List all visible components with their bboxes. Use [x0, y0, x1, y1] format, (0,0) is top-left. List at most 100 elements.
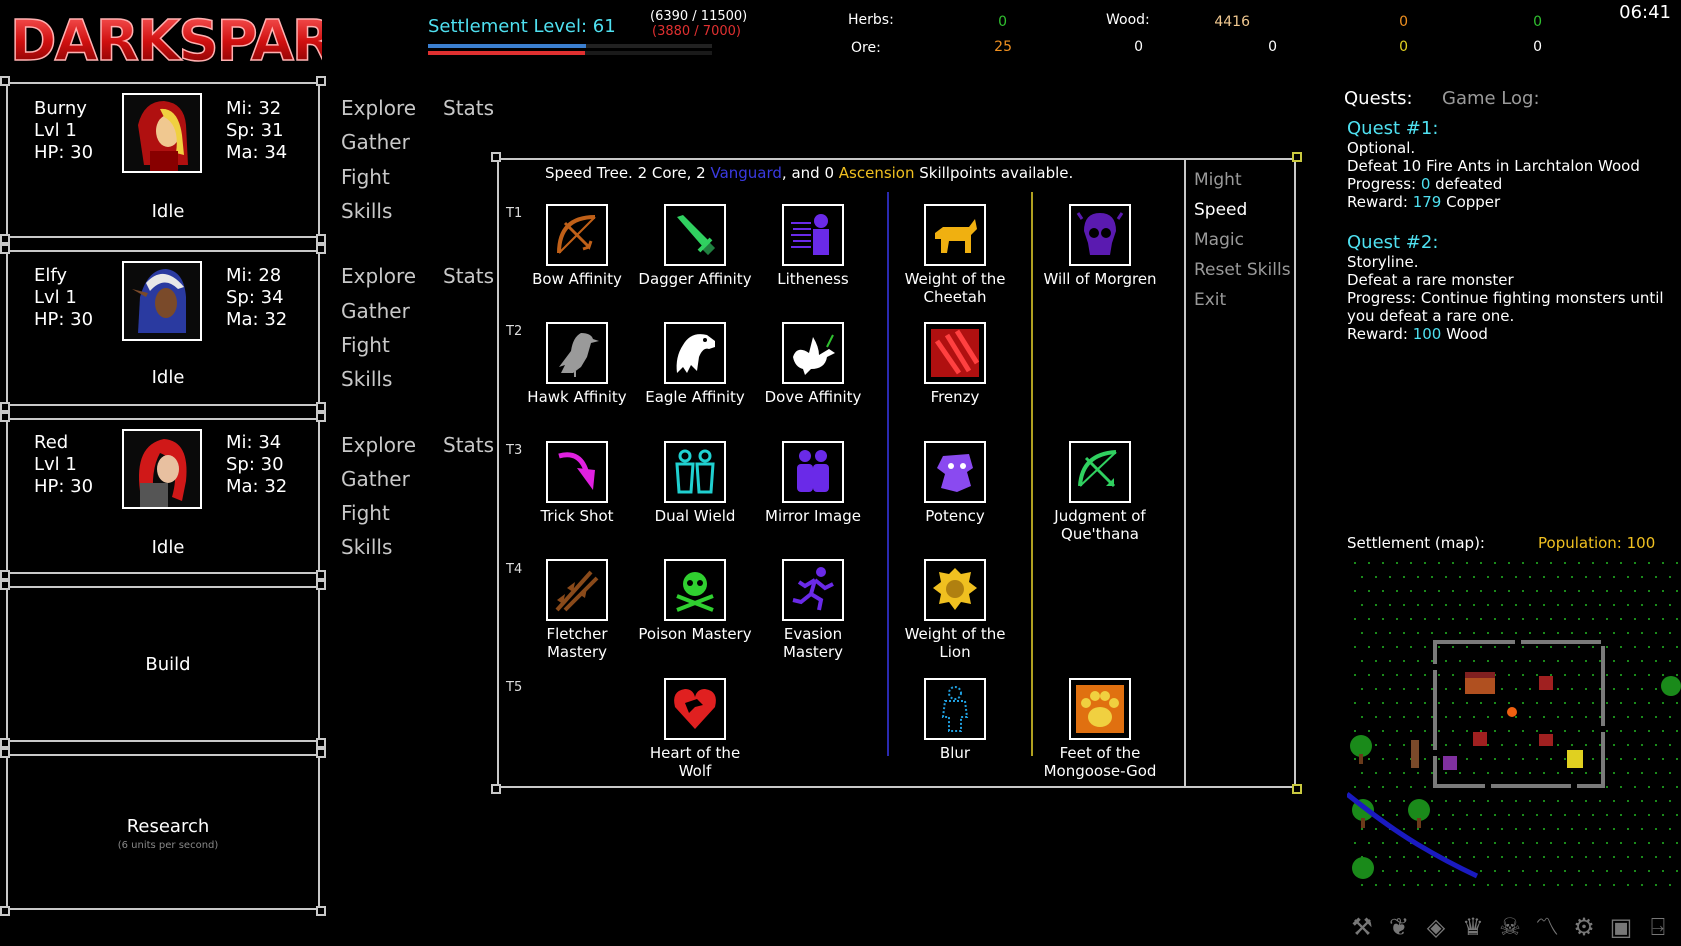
gather-button-elfy[interactable]: Gather	[341, 299, 410, 323]
reward-amount: 100	[1412, 325, 1442, 343]
explore-button-red[interactable]: Explore	[341, 433, 416, 457]
gear-icon[interactable]: ⚙	[1569, 912, 1599, 942]
skill-dove-affinity[interactable]: Dove Affinity	[754, 322, 872, 406]
fight-button-burny[interactable]: Fight	[341, 165, 390, 189]
game-clock: 06:41	[1619, 2, 1671, 23]
quest-description: Defeat 10 Fire Ants in Larchtalon Wood	[1347, 157, 1640, 175]
skill-label: Dove Affinity	[764, 388, 862, 406]
dual-wield-icon	[664, 441, 726, 503]
skill-label: Bow Affinity	[532, 270, 622, 288]
hero-name: Burny	[34, 98, 87, 119]
skill-label: Eagle Affinity	[645, 388, 745, 406]
tab-quests[interactable]: Quests:	[1344, 88, 1413, 109]
ore-value: 25	[994, 39, 1012, 55]
hero-portrait-elfy	[122, 261, 202, 341]
skill-mirror-image[interactable]: Mirror Image	[754, 441, 872, 525]
skill-judgment-of-quethana[interactable]: Judgment of Que'thana	[1041, 441, 1159, 543]
stats-button-red[interactable]: Stats	[443, 433, 494, 457]
mirror-image-icon	[782, 441, 844, 503]
litheness-icon	[782, 204, 844, 266]
skill-dagger-affinity[interactable]: Dagger Affinity	[636, 204, 754, 288]
skills-button-red[interactable]: Skills	[341, 535, 392, 559]
quest-title: Quest #1:	[1347, 118, 1439, 139]
skill-label: Weight of the Lion	[904, 625, 1006, 661]
tab-game-log[interactable]: Game Log:	[1442, 88, 1540, 109]
ore-icon[interactable]: ◈	[1421, 912, 1451, 942]
explore-button-elfy[interactable]: Explore	[341, 264, 416, 288]
frenzy-claw-icon	[924, 322, 986, 384]
skill-heart-of-the-wolf[interactable]: Heart of the Wolf	[636, 678, 754, 780]
tree-tab-magic[interactable]: Magic	[1194, 230, 1244, 250]
stats-button-elfy[interactable]: Stats	[443, 264, 494, 288]
skill-eagle-affinity[interactable]: Eagle Affinity	[636, 322, 754, 406]
exit-door-icon[interactable]: ⍈	[1643, 912, 1673, 942]
graph-icon[interactable]: 〽	[1532, 912, 1562, 942]
skill-potency[interactable]: Potency	[896, 441, 1014, 525]
hero-hp: HP: 30	[34, 309, 94, 330]
skill-evasion-mastery[interactable]: Evasion Mastery	[754, 559, 872, 661]
build-panel[interactable]: Build	[0, 580, 326, 748]
quest-type: Optional.	[1347, 139, 1416, 157]
bow-icon	[546, 204, 608, 266]
skill-weight-of-the-lion[interactable]: Weight of the Lion	[896, 559, 1014, 661]
hero-name: Red	[34, 432, 69, 453]
trophy-icon[interactable]: ♛	[1458, 912, 1488, 942]
hero-card-red[interactable]: Red Lvl 1 HP: 30 Mi: 34 Sp: 30 Ma: 32 Id…	[0, 412, 326, 580]
hero-speed: Sp: 31	[226, 120, 284, 141]
eagle-icon	[664, 322, 726, 384]
monster-icon[interactable]: ☠	[1495, 912, 1525, 942]
skill-frenzy[interactable]: Frenzy	[896, 322, 1014, 406]
save-icon[interactable]: ▣	[1606, 912, 1636, 942]
blur-figure-icon	[924, 678, 986, 740]
hero-card-elfy[interactable]: Elfy Lvl 1 HP: 30 Mi: 28 Sp: 34 Ma: 32 I…	[0, 244, 326, 412]
resource-value-r1c3: 0	[1399, 14, 1408, 30]
fight-button-elfy[interactable]: Fight	[341, 333, 390, 357]
skill-dual-wield[interactable]: Dual Wield	[636, 441, 754, 525]
lion-icon	[924, 559, 986, 621]
skill-bow-affinity[interactable]: Bow Affinity	[518, 204, 636, 288]
dagger-icon	[664, 204, 726, 266]
explore-button-burny[interactable]: Explore	[341, 96, 416, 120]
research-panel[interactable]: Research (6 units per second)	[0, 748, 326, 916]
pickaxe-icon[interactable]: ⚒	[1347, 912, 1377, 942]
fletcher-arrows-icon	[546, 559, 608, 621]
skill-weight-of-the-cheetah[interactable]: Weight of the Cheetah	[896, 204, 1014, 306]
skill-label: Mirror Image	[765, 507, 861, 525]
skills-button-burny[interactable]: Skills	[341, 199, 392, 223]
fight-button-red[interactable]: Fight	[341, 501, 390, 525]
tier-label-5: T5	[506, 680, 523, 695]
cheetah-icon	[924, 204, 986, 266]
settlement-map[interactable]	[1345, 556, 1681, 892]
skill-label: Will of Morgren	[1043, 270, 1157, 288]
wolf-heart-icon	[664, 678, 726, 740]
reward-suffix: Wood	[1441, 325, 1488, 343]
quest-type: Storyline.	[1347, 253, 1419, 271]
population-count: Population: 100	[1538, 534, 1656, 552]
reward-prefix: Reward:	[1347, 325, 1413, 343]
skill-poison-mastery[interactable]: Poison Mastery	[636, 559, 754, 643]
skill-trick-shot[interactable]: Trick Shot	[518, 441, 636, 525]
skill-feet-of-the-mongoose-god[interactable]: Feet of the Mongoose-God	[1041, 678, 1159, 780]
skill-will-of-morgren[interactable]: Will of Morgren	[1041, 204, 1159, 288]
tree-tab-might[interactable]: Might	[1194, 170, 1242, 190]
herb-icon[interactable]: ❦	[1384, 912, 1414, 942]
build-label: Build	[145, 654, 191, 675]
skill-hawk-affinity[interactable]: Hawk Affinity	[518, 322, 636, 406]
skill-litheness[interactable]: Litheness	[754, 204, 872, 288]
gather-button-burny[interactable]: Gather	[341, 130, 410, 154]
resource-value-r1c4: 0	[1533, 14, 1542, 30]
skill-blur[interactable]: Blur	[896, 678, 1014, 762]
stats-button-burny[interactable]: Stats	[443, 96, 494, 120]
header-text-b: , and 0	[781, 164, 839, 182]
reset-skills-button[interactable]: Reset Skills	[1194, 260, 1291, 280]
dove-icon	[782, 322, 844, 384]
hero-might: Mi: 34	[226, 432, 282, 453]
hero-might: Mi: 32	[226, 98, 282, 119]
reward-suffix: Copper	[1441, 193, 1501, 211]
gather-button-red[interactable]: Gather	[341, 467, 410, 491]
hero-card-burny[interactable]: Burny Lvl 1 HP: 30 Mi: 32 Sp: 31 Ma: 34 …	[0, 76, 326, 244]
tree-tab-speed[interactable]: Speed	[1194, 200, 1247, 220]
exit-button[interactable]: Exit	[1194, 290, 1226, 310]
skills-button-elfy[interactable]: Skills	[341, 367, 392, 391]
skill-fletcher-mastery[interactable]: Fletcher Mastery	[518, 559, 636, 661]
